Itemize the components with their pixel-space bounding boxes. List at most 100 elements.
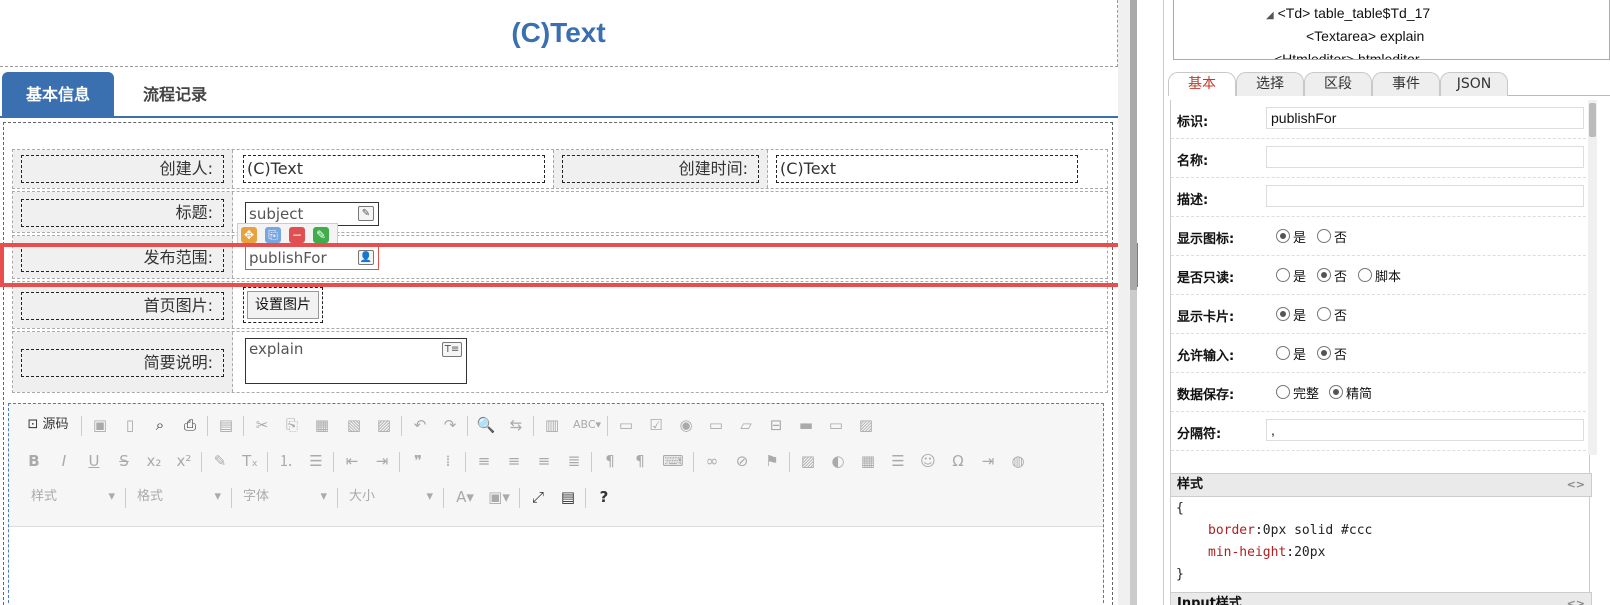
style-code-editor[interactable]: { border:0px solid #ccc min-height:20px … (1170, 497, 1592, 591)
property-scrollbar[interactable] (1588, 100, 1597, 455)
justify-icon[interactable]: ≣ (563, 450, 585, 472)
page-break-icon[interactable]: ⇥ (977, 450, 999, 472)
data-save-full-radio[interactable] (1276, 385, 1290, 399)
text-color-icon[interactable]: A▾ (451, 486, 479, 508)
save-icon[interactable]: ▣ (89, 414, 111, 436)
ptab-json[interactable]: JSON (1440, 72, 1508, 96)
copy-format-icon[interactable]: ✎ (209, 450, 231, 472)
source-button[interactable]: ⊡ 源码 (23, 414, 73, 436)
superscript-icon[interactable]: x² (173, 450, 195, 472)
edit-control-icon[interactable]: ✎ (313, 227, 329, 243)
desc-input[interactable] (1266, 185, 1584, 207)
explain-label[interactable]: 简要说明: (21, 349, 224, 377)
copy-control-icon[interactable]: ⎘ (265, 227, 281, 243)
flash-icon[interactable]: ◐ (827, 450, 849, 472)
select-icon[interactable]: ⊟ (765, 414, 787, 436)
select-all-icon[interactable]: ▥ (541, 414, 563, 436)
align-right-icon[interactable]: ≡ (533, 450, 555, 472)
underline-icon[interactable]: U (83, 450, 105, 472)
tree-item[interactable]: ◢ <Td> table_table$Td_17 (1266, 5, 1430, 21)
explain-textarea[interactable]: explain T≡ (245, 338, 467, 384)
replace-icon[interactable]: ⇆ (505, 414, 527, 436)
show-icon-no-radio[interactable] (1317, 229, 1331, 243)
align-center-icon[interactable]: ≡ (503, 450, 525, 472)
blockquote-icon[interactable]: ❞ (407, 450, 429, 472)
move-icon[interactable]: ✥ (241, 227, 257, 243)
size-combo[interactable]: 大小 ▾ (349, 486, 437, 508)
outdent-icon[interactable]: ⇤ (341, 450, 363, 472)
button-icon[interactable]: ▬ (795, 414, 817, 436)
paste-word-icon[interactable]: ▨ (373, 414, 395, 436)
ptab-basic[interactable]: 基本 (1168, 72, 1236, 96)
paste-icon[interactable]: ▦ (311, 414, 333, 436)
form-icon[interactable]: ▭ (615, 414, 637, 436)
image-label[interactable]: 首页图片: (21, 292, 224, 320)
link-icon[interactable]: ∞ (701, 450, 723, 472)
tree-item[interactable]: <Htmleditor> htmleditor (1274, 51, 1420, 59)
strike-icon[interactable]: S (113, 450, 135, 472)
readonly-yes-radio[interactable] (1276, 268, 1290, 282)
allow-input-yes-radio[interactable] (1276, 346, 1290, 360)
splitter[interactable] (1118, 0, 1130, 605)
creator-label[interactable]: 创建人: (21, 155, 224, 183)
ptab-events[interactable]: 事件 (1372, 72, 1440, 96)
paste-text-icon[interactable]: ▧ (343, 414, 365, 436)
spellcheck-icon[interactable]: ABC▾ (571, 414, 603, 436)
font-combo[interactable]: 字体 ▾ (243, 486, 331, 508)
redo-icon[interactable]: ↷ (439, 414, 461, 436)
image-icon[interactable]: ▨ (797, 450, 819, 472)
expand-icon[interactable]: <> (1567, 593, 1585, 605)
property-scrollbar-thumb[interactable] (1589, 103, 1596, 137)
show-icon-yes-radio[interactable] (1276, 229, 1290, 243)
created-time-field[interactable]: (C)Text (776, 155, 1078, 183)
hidden-field-icon[interactable]: ▨ (855, 414, 877, 436)
set-image-button[interactable]: 设置图片 (247, 291, 319, 319)
maximize-icon[interactable]: ⤢ (527, 486, 549, 508)
checkbox-icon[interactable]: ☑ (645, 414, 667, 436)
created-time-label[interactable]: 创建时间: (562, 155, 759, 183)
ptab-section[interactable]: 区段 (1304, 72, 1372, 96)
input-style-section-header[interactable]: Input样式 <> (1170, 592, 1592, 605)
form-title[interactable]: (C)Text (0, 0, 1118, 67)
special-char-icon[interactable]: Ω (947, 450, 969, 472)
rtl-icon[interactable]: ¶ (629, 450, 651, 472)
collapse-triangle-icon[interactable]: ◢ (1266, 10, 1274, 21)
subject-label[interactable]: 标题: (21, 199, 224, 227)
tab-flow-record[interactable]: 流程记录 (120, 72, 230, 118)
preview-icon[interactable]: ⌕ (149, 414, 171, 436)
data-save-compact-radio[interactable] (1329, 385, 1343, 399)
tree-item[interactable]: <Textarea> explain (1306, 28, 1424, 44)
help-icon[interactable]: ? (593, 486, 615, 508)
smiley-icon[interactable]: ☺ (917, 450, 939, 472)
allow-input-no-radio[interactable] (1317, 346, 1331, 360)
ptab-select[interactable]: 选择 (1236, 72, 1304, 96)
copy-icon[interactable]: ⎘ (281, 414, 303, 436)
creator-field[interactable]: (C)Text (243, 155, 545, 183)
remove-format-icon[interactable]: Tₓ (239, 450, 261, 472)
find-icon[interactable]: 🔍 (475, 414, 497, 436)
canvas-scrollbar-thumb[interactable] (1130, 0, 1137, 290)
name-input[interactable] (1266, 146, 1584, 168)
undo-icon[interactable]: ↶ (409, 414, 431, 436)
readonly-script-radio[interactable] (1358, 268, 1372, 282)
table-icon[interactable]: ▦ (857, 450, 879, 472)
align-left-icon[interactable]: ≡ (473, 450, 495, 472)
style-section-header[interactable]: 样式 <> (1170, 473, 1592, 497)
readonly-no-radio[interactable] (1317, 268, 1331, 282)
ltr-icon[interactable]: ¶ (599, 450, 621, 472)
new-page-icon[interactable]: ▯ (119, 414, 141, 436)
numbered-list-icon[interactable]: ⒈ (275, 450, 297, 472)
radio-icon[interactable]: ◉ (675, 414, 697, 436)
bold-icon[interactable]: B (23, 450, 45, 472)
id-input[interactable]: publishFor (1266, 107, 1584, 129)
show-card-no-radio[interactable] (1317, 307, 1331, 321)
language-icon[interactable]: ⌨ (659, 450, 687, 472)
show-blocks-icon[interactable]: ▤ (557, 486, 579, 508)
anchor-flag-icon[interactable]: ⚑ (761, 450, 783, 472)
iframe-icon[interactable]: ◍ (1007, 450, 1029, 472)
italic-icon[interactable]: I (53, 450, 75, 472)
image-button-icon[interactable]: ▭ (825, 414, 847, 436)
delete-control-icon[interactable]: − (289, 227, 305, 243)
textarea-tool-icon[interactable]: ▱ (735, 414, 757, 436)
indent-icon[interactable]: ⇥ (371, 450, 393, 472)
